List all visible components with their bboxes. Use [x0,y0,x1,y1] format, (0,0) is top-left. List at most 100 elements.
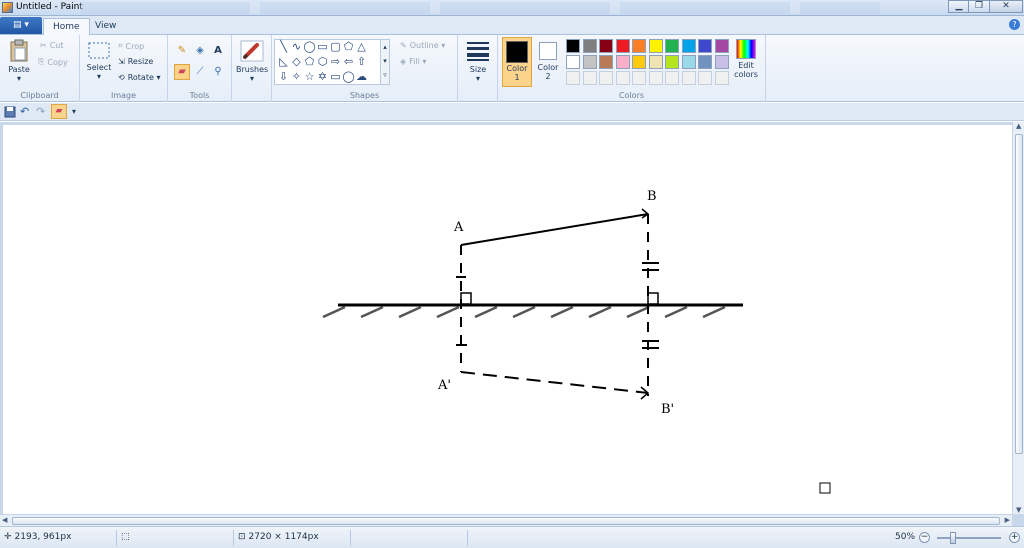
cut-button[interactable]: ✂ Cut [40,41,64,50]
shape-down-arrow-icon[interactable]: ⇩ [277,71,290,83]
fill-icon[interactable]: ◈ [192,43,208,59]
palette-swatch[interactable] [665,39,679,53]
vertical-scrollbar[interactable]: ▲ ▼ [1012,122,1024,514]
redo-icon[interactable]: ↷ [36,106,48,118]
copy-button[interactable]: ⎘ Copy [38,57,68,67]
tab-view[interactable]: View [86,18,125,35]
zoom-out-icon[interactable]: − [919,532,930,543]
palette-custom-slot[interactable] [714,71,729,85]
palette-custom-slot[interactable] [599,71,613,85]
shape-right-arrow-icon[interactable]: ⇨ [329,56,342,68]
palette-swatch[interactable] [714,39,729,53]
edit-colors-button[interactable]: Edit colors [730,39,762,79]
palette-swatch[interactable] [665,55,679,69]
pencil-icon[interactable]: ✎ [174,43,190,59]
shape-rectangle-icon[interactable]: ▭ [316,41,329,53]
palette-swatch[interactable] [582,39,597,53]
color2-button[interactable]: Color 2 [534,37,562,87]
scroll-up-icon[interactable]: ▲ [1016,122,1021,130]
shape-pentagon-icon[interactable]: ⬠ [303,56,316,68]
palette-custom-slot[interactable] [582,71,597,85]
palette-custom-slot[interactable] [665,71,679,85]
palette-swatch[interactable] [698,39,712,53]
eraser-icon[interactable]: ▰ [174,64,190,80]
vertical-scroll-thumb[interactable] [1015,134,1023,454]
palette-custom-slot[interactable] [615,71,630,85]
palette-swatch[interactable] [714,55,729,69]
outline-button[interactable]: ✎ Outline ▾ [400,41,445,50]
brushes-dropdown-icon[interactable]: ▾ [236,74,268,83]
horizontal-scrollbar[interactable]: ◀ ▶ [0,514,1012,526]
palette-swatch[interactable] [599,39,613,53]
zoom-slider-track[interactable] [937,537,1001,539]
paste-dropdown-icon[interactable]: ▾ [4,74,34,83]
horizontal-scroll-thumb[interactable] [12,517,1000,525]
palette-swatch[interactable] [681,55,696,69]
palette-swatch[interactable] [698,55,712,69]
shape-callout-rect-icon[interactable]: ▭ [329,71,342,83]
scroll-down-icon[interactable]: ▼ [1016,506,1021,514]
shape-right-triangle-icon[interactable]: ◺ [277,56,290,68]
select-dropdown-icon[interactable]: ▾ [84,72,114,81]
shape-hexagon-icon[interactable]: ⬡ [316,56,329,68]
shape-up-arrow-icon[interactable]: ⇧ [355,56,368,68]
save-icon[interactable] [4,106,16,118]
drawing-canvas[interactable]: A B A' B' [3,125,1012,516]
shape-oval-icon[interactable]: ◯ [303,41,316,53]
zoom-in-icon[interactable]: + [1009,532,1020,543]
palette-swatch[interactable] [615,39,630,53]
close-button[interactable]: ✕ [989,0,1023,13]
paste-button[interactable]: Paste ▾ [4,39,34,83]
crop-button[interactable]: ⌗ Crop [118,41,144,51]
color1-button[interactable]: Color 1 [502,37,532,87]
palette-custom-slot[interactable] [681,71,696,85]
shape-callout-cloud-icon[interactable]: ☁ [355,71,368,83]
palette-swatch[interactable] [582,55,597,69]
shapes-gallery-scroll[interactable]: ▴ ▾ ▿ [380,40,389,84]
brushes-button[interactable]: Brushes ▾ [236,39,268,83]
palette-swatch[interactable] [599,55,613,69]
color-picker-icon[interactable]: ⟋ [192,64,208,80]
palette-swatch[interactable] [566,39,580,53]
magnifier-icon[interactable]: ⚲ [210,64,226,80]
palette-custom-slot[interactable] [566,71,580,85]
shape-line-icon[interactable]: ╲ [277,41,290,53]
rotate-button[interactable]: ⟲ Rotate ▾ [118,73,160,82]
zoom-slider-thumb[interactable] [950,532,956,544]
palette-swatch[interactable] [648,55,663,69]
shape-callout-oval-icon[interactable]: ◯ [342,71,355,83]
palette-custom-slot[interactable] [632,71,646,85]
maximize-button[interactable]: ❐ [968,0,990,13]
palette-swatch[interactable] [681,39,696,53]
qat-customize-icon[interactable]: ▾ [72,106,84,118]
size-button[interactable]: Size ▾ [462,39,494,83]
minimize-button[interactable]: ▁ [948,0,970,13]
palette-swatch[interactable] [648,39,663,53]
shape-5star-icon[interactable]: ☆ [303,71,316,83]
shape-6star-icon[interactable]: ✡ [316,71,329,83]
paint-app-icon[interactable] [2,2,13,13]
size-dropdown-icon[interactable]: ▾ [462,74,494,83]
tab-home[interactable]: Home [43,18,90,35]
text-icon[interactable]: A [210,43,226,59]
palette-custom-slot[interactable] [648,71,663,85]
shape-rounded-rect-icon[interactable]: ▢ [329,41,342,53]
shapes-gallery[interactable]: ╲ ∿ ◯ ▭ ▢ ⬠ △ ◺ ◇ ⬠ ⬡ ⇨ ⇦ ⇧ ⇩ ✧ ☆ ✡ ▭ ◯ … [274,39,390,85]
shape-diamond-icon[interactable]: ◇ [290,56,303,68]
shape-left-arrow-icon[interactable]: ⇦ [342,56,355,68]
scroll-right-icon[interactable]: ▶ [1005,516,1010,524]
shape-polygon-icon[interactable]: ⬠ [342,41,355,53]
undo-icon[interactable]: ↶ [20,106,32,118]
qat-eraser-icon[interactable]: ▰ [51,104,67,119]
shape-triangle-icon[interactable]: △ [355,41,368,53]
file-menu-button[interactable]: ▤ ▾ [0,17,42,34]
resize-button[interactable]: ⇲ Resize [118,57,153,66]
palette-swatch[interactable] [632,55,646,69]
palette-swatch[interactable] [632,39,646,53]
palette-swatch[interactable] [566,55,580,69]
fill-button[interactable]: ◈ Fill ▾ [400,57,426,66]
shape-curve-icon[interactable]: ∿ [290,41,303,53]
palette-custom-slot[interactable] [698,71,712,85]
select-button[interactable]: Select ▾ [84,41,114,81]
shape-4star-icon[interactable]: ✧ [290,71,303,83]
